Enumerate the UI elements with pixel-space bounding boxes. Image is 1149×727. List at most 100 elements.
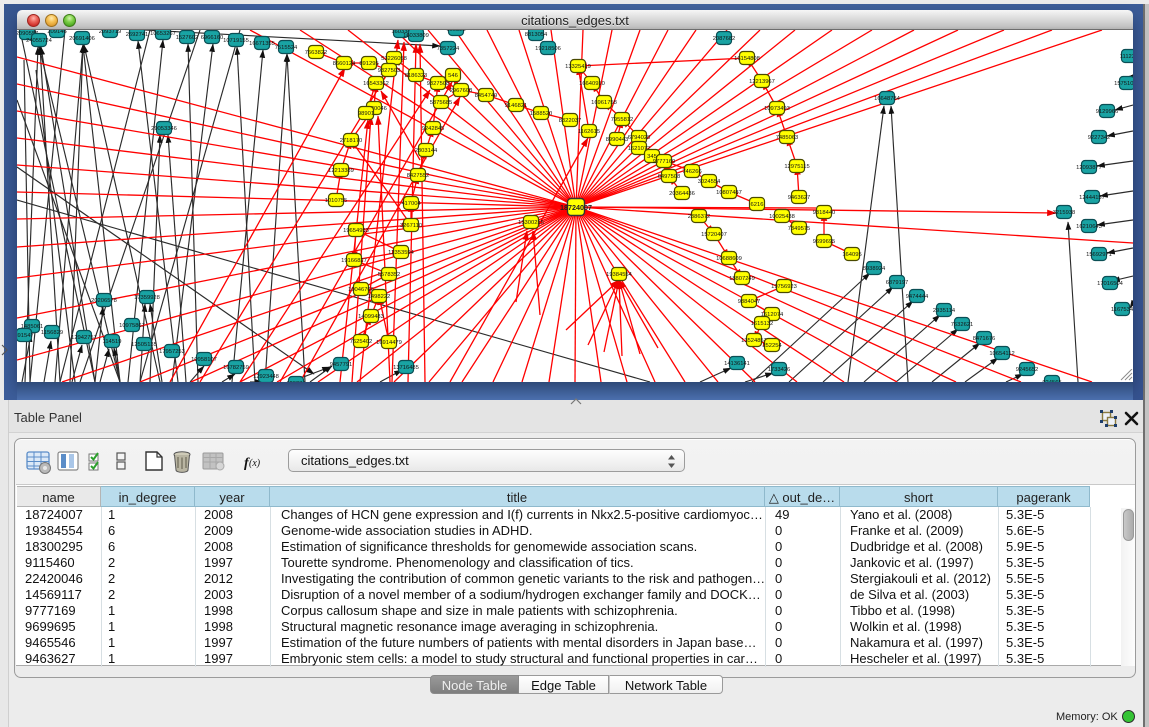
- svg-text:111234: 111234: [1120, 54, 1133, 60]
- svg-text:10654112: 10654112: [989, 351, 1014, 357]
- svg-text:2386372: 2386372: [688, 214, 711, 220]
- svg-text:17359928: 17359928: [134, 295, 160, 301]
- svg-text:29053346: 29053346: [151, 126, 177, 132]
- svg-text:1615132: 1615132: [751, 321, 774, 327]
- svg-text:6216: 6216: [751, 202, 764, 208]
- svg-text:2803144: 2803144: [415, 148, 438, 154]
- svg-text:1156829: 1156829: [41, 330, 63, 336]
- svg-text:9474444: 9474444: [906, 294, 929, 300]
- svg-text:9884047: 9884047: [738, 299, 761, 305]
- svg-text:6879197: 6879197: [886, 280, 909, 286]
- svg-text:9245652: 9245652: [1016, 367, 1039, 373]
- svg-text:15720407: 15720407: [701, 232, 727, 238]
- svg-text:2718170: 2718170: [340, 138, 363, 144]
- svg-text:13325419: 13325419: [565, 64, 591, 70]
- svg-text:12923448: 12923448: [253, 374, 279, 380]
- svg-text:17957253: 17957253: [159, 349, 185, 355]
- svg-text:9457791: 9457791: [330, 362, 353, 368]
- svg-text:7663822: 7663822: [305, 50, 328, 56]
- svg-text:3267110: 3267110: [400, 223, 422, 229]
- svg-text:16648784: 16648784: [874, 96, 901, 102]
- svg-text:9146821: 9146821: [505, 103, 528, 109]
- svg-text:1162615: 1162615: [578, 129, 600, 135]
- svg-text:8938924: 8938924: [863, 266, 886, 272]
- svg-text:10973493: 10973493: [764, 106, 790, 112]
- svg-text:9242845: 9242845: [422, 126, 445, 132]
- svg-text:10807487: 10807487: [716, 190, 742, 196]
- svg-text:1527602: 1527602: [176, 35, 199, 41]
- svg-text:7955812: 7955812: [611, 117, 634, 123]
- svg-text:12975115: 12975115: [784, 164, 809, 170]
- svg-text:20691406: 20691406: [69, 36, 95, 42]
- svg-text:114519: 114519: [103, 339, 122, 345]
- svg-text:3215938: 3215938: [1053, 210, 1076, 216]
- svg-text:9699695: 9699695: [813, 239, 836, 245]
- svg-text:12213967: 12213967: [749, 79, 775, 85]
- svg-text:7515524: 7515524: [275, 45, 298, 51]
- svg-text:10958107: 10958107: [191, 357, 217, 363]
- svg-text:9227342: 9227342: [1088, 135, 1111, 141]
- svg-text:53226058: 53226058: [381, 56, 407, 62]
- svg-text:12444157: 12444157: [1079, 195, 1105, 201]
- svg-text:8427552: 8427552: [407, 173, 430, 179]
- svg-text:8322037: 8322037: [559, 118, 582, 124]
- svg-text:1588520: 1588520: [530, 111, 553, 117]
- svg-text:209146: 209146: [47, 30, 66, 35]
- svg-text:19654953: 19654953: [343, 228, 369, 234]
- svg-text:19384554: 19384554: [606, 272, 633, 278]
- svg-text:417004: 417004: [401, 201, 421, 207]
- svg-text:17016504: 17016504: [1097, 281, 1124, 287]
- svg-text:19756923: 19756923: [771, 284, 797, 290]
- svg-text:12213389: 12213389: [328, 168, 354, 174]
- svg-text:746266: 746266: [682, 169, 701, 175]
- svg-text:8813054: 8813054: [525, 32, 548, 38]
- svg-text:2967608: 2967608: [450, 88, 473, 94]
- svg-text:15300215: 15300215: [518, 220, 544, 226]
- svg-text:164095: 164095: [842, 252, 861, 258]
- svg-text:10025438: 10025438: [769, 214, 795, 220]
- svg-text:8186323: 8186323: [405, 73, 428, 79]
- svg-text:252254: 252254: [762, 343, 782, 349]
- svg-text:15692971: 15692971: [1086, 252, 1112, 258]
- svg-text:2935114: 2935114: [933, 308, 956, 314]
- svg-text:16210643: 16210643: [1076, 224, 1102, 230]
- svg-text:6794028: 6794028: [628, 135, 651, 141]
- svg-text:2087682: 2087682: [713, 36, 736, 42]
- svg-text:16961758: 16961758: [591, 100, 617, 106]
- svg-text:5578352: 5578352: [378, 272, 401, 278]
- svg-text:8471676: 8471676: [973, 336, 996, 342]
- svg-text:16543362: 16543362: [363, 81, 389, 87]
- svg-text:7485063: 7485063: [776, 135, 799, 141]
- svg-text:2692741: 2692741: [126, 32, 149, 38]
- svg-text:10975867: 10975867: [119, 323, 145, 329]
- svg-text:1498222: 1498222: [368, 294, 391, 300]
- svg-text:9327503: 9327503: [378, 68, 401, 74]
- svg-text:1167534: 1167534: [1111, 307, 1133, 313]
- svg-text:9463627: 9463627: [788, 195, 811, 201]
- svg-text:16154808: 16154808: [734, 56, 760, 62]
- svg-text:19218506: 19218506: [535, 46, 561, 52]
- svg-text:8990443: 8990443: [606, 137, 629, 143]
- svg-text:8454749: 8454749: [475, 93, 498, 99]
- svg-text:13716485: 13716485: [393, 365, 419, 371]
- svg-text:12353594: 12353594: [388, 250, 415, 256]
- svg-text:9318440: 9318440: [813, 210, 836, 216]
- svg-text:10046766: 10046766: [348, 287, 374, 293]
- svg-text:9777169: 9777169: [653, 159, 676, 165]
- svg-text:3024554: 3024554: [698, 179, 721, 185]
- svg-text:10719155: 10719155: [223, 38, 249, 44]
- svg-text:8660124: 8660124: [333, 61, 356, 67]
- svg-text:891295: 891295: [359, 61, 378, 67]
- svg-text:16782759: 16782759: [223, 365, 249, 371]
- svg-text:10653267: 10653267: [150, 31, 176, 37]
- svg-text:391547: 391547: [17, 333, 34, 339]
- svg-text:16640910: 16640910: [579, 81, 605, 87]
- svg-text:2093719: 2093719: [99, 30, 122, 35]
- svg-text:(x): (x): [249, 458, 261, 469]
- svg-text:9129966: 9129966: [1096, 109, 1119, 115]
- svg-text:18724007: 18724007: [560, 203, 592, 212]
- svg-text:12942757: 12942757: [71, 335, 97, 341]
- svg-text:16033809: 16033809: [403, 33, 429, 39]
- svg-text:1733426: 1733426: [768, 367, 791, 373]
- svg-text:6497508: 6497508: [658, 174, 681, 180]
